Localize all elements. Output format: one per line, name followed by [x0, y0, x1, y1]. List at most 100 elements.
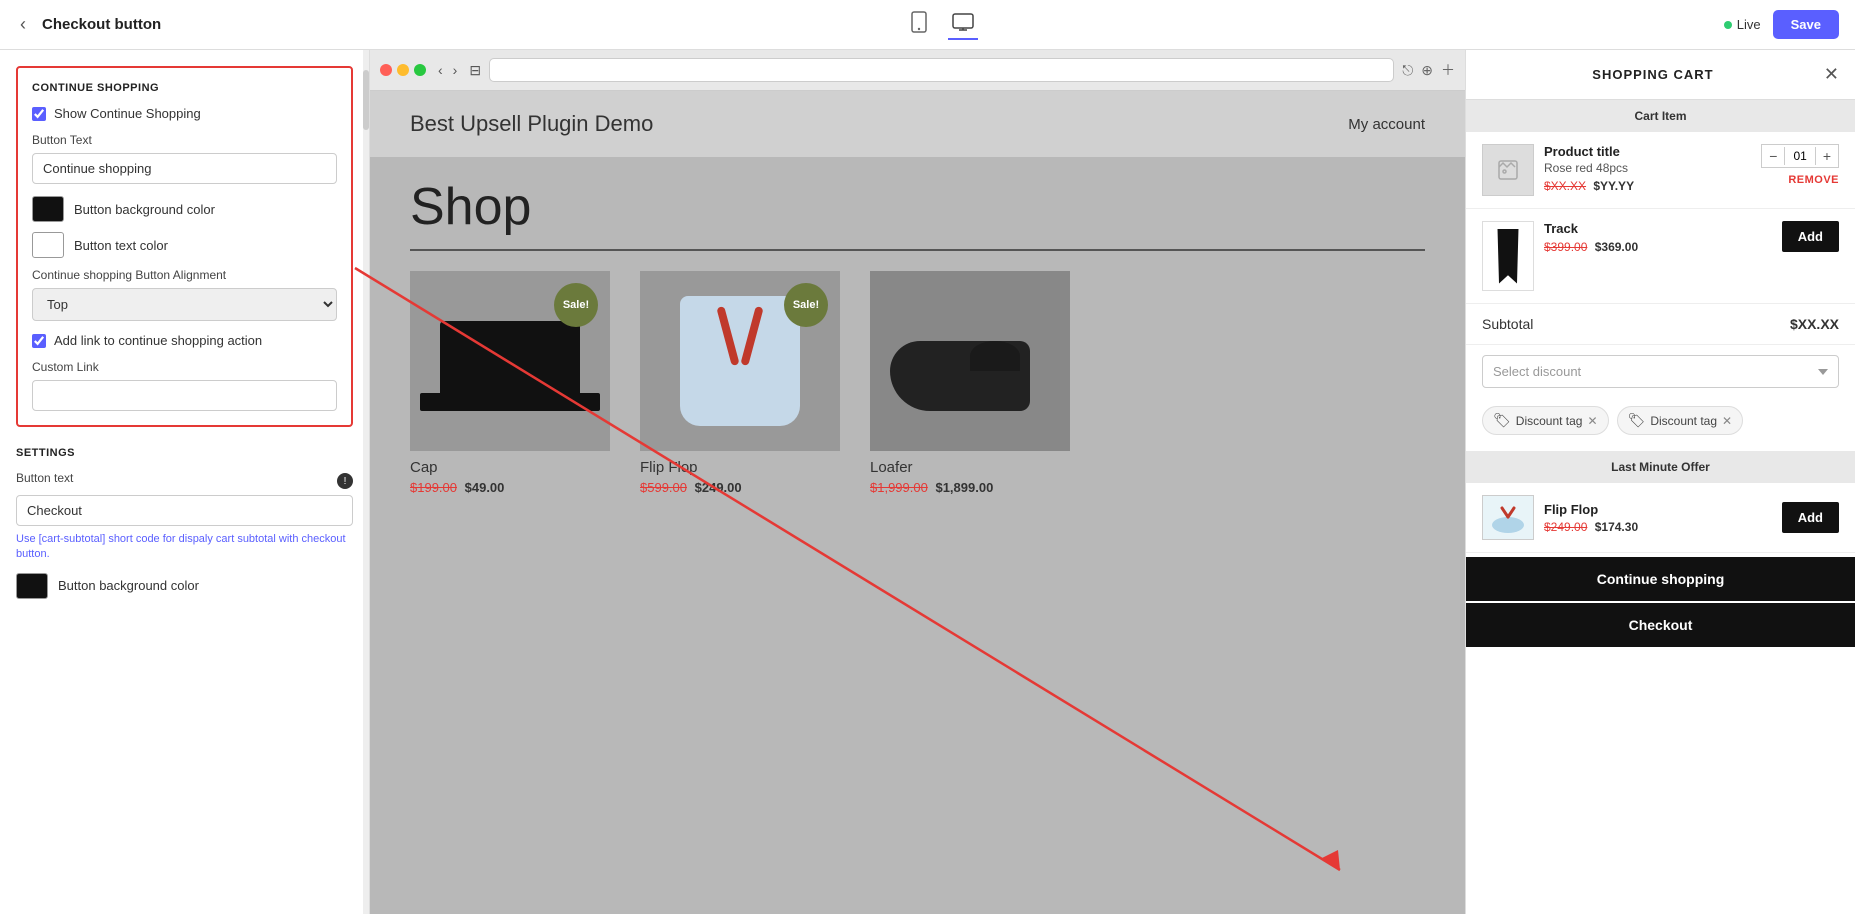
button-text-label: Button Text [32, 133, 337, 147]
page-title: Checkout button [42, 16, 161, 33]
discount-tag-1[interactable]: 🏷 Discount tag ✕ [1482, 406, 1609, 435]
item1-old-price: $XX.XX [1544, 179, 1586, 193]
shoe-shape [890, 311, 1050, 411]
browser-bar: ‹ › ⊟ ⎋ ⊕ ＋ [370, 50, 1465, 91]
close-traffic-light[interactable] [380, 64, 392, 76]
shop-label: Shop [410, 177, 1425, 237]
offer-name: Flip Flop [1544, 502, 1772, 517]
track-pants-icon [1493, 229, 1523, 284]
product-prices-loafer: $1,999.00 $1,899.00 [870, 480, 993, 495]
flipflop-offer-img [1482, 495, 1534, 540]
product-card-flipflop: Sale! Flip Flop $599.00 $249.00 [640, 271, 840, 495]
top-bar: ‹ Checkout button Live Save [0, 0, 1855, 50]
last-offer-header: Last Minute Offer [1466, 451, 1855, 483]
add-button-offer[interactable]: Add [1782, 502, 1839, 533]
plus-button[interactable]: ＋ [1441, 60, 1455, 80]
cart-item-controls-1: − 01 + REMOVE [1761, 144, 1839, 186]
button-text-input[interactable] [32, 153, 337, 184]
bg-color-label: Button background color [74, 202, 215, 217]
browser-content: Best Upsell Plugin Demo My account Shop [370, 91, 1465, 914]
cart-item-header: Cart Item [1466, 100, 1855, 132]
share-button[interactable]: ⎋ [1402, 60, 1413, 80]
product-card-loafer: Loafer $1,999.00 $1,899.00 [870, 271, 1070, 495]
add-link-row: Add link to continue shopping action [32, 333, 337, 348]
browser-actions: ⎋ ⊕ ＋ [1402, 60, 1455, 80]
text-color-swatch[interactable] [32, 232, 64, 258]
custom-link-label: Custom Link [32, 360, 337, 374]
custom-link-input[interactable] [32, 380, 337, 411]
cart-item-subtitle-1: Rose red 48pcs [1544, 161, 1751, 175]
products-row: Sale! Cap $199.00 $49.00 [410, 271, 1425, 495]
settings-bg-color-label: Button background color [58, 578, 199, 593]
nav-buttons: ‹ › [434, 60, 461, 80]
continue-shopping-title: CONTINUE SHOPPING [32, 82, 337, 94]
subtotal-value: $XX.XX [1790, 316, 1839, 332]
continue-shopping-section: CONTINUE SHOPPING Show Continue Shopping… [16, 66, 353, 427]
cart-item-title-1: Product title [1544, 144, 1751, 159]
cap-new-price: $49.00 [465, 480, 505, 495]
bg-color-swatch[interactable] [32, 196, 64, 222]
loafer-old-price: $1,999.00 [870, 480, 928, 495]
settings-bg-color-swatch[interactable] [16, 573, 48, 599]
forward-nav-button[interactable]: › [449, 60, 462, 80]
cap-old-price: $199.00 [410, 480, 457, 495]
discount-tag-2[interactable]: 🏷 Discount tag ✕ [1617, 406, 1744, 435]
scroll-indicator[interactable] [363, 50, 369, 914]
product-prices-cap: $199.00 $49.00 [410, 480, 504, 495]
loafer-new-price: $1,899.00 [935, 480, 993, 495]
add-button-track[interactable]: Add [1782, 221, 1839, 252]
center-area: ‹ › ⊟ ⎋ ⊕ ＋ Best Upsell Plugin Demo My a… [370, 50, 1465, 914]
qty-increase-1[interactable]: + [1816, 145, 1838, 167]
alignment-select[interactable]: Top Bottom Center [32, 288, 337, 321]
shoe-toe [970, 341, 1020, 371]
discount-tag-label-2: Discount tag [1650, 414, 1717, 428]
qty-decrease-1[interactable]: − [1762, 145, 1784, 167]
button-text-field-row: Button text ! [16, 471, 353, 491]
shop-account-link[interactable]: My account [1348, 116, 1425, 133]
show-continue-checkbox[interactable] [32, 107, 46, 121]
info-icon[interactable]: ! [337, 473, 353, 489]
continue-shopping-button[interactable]: Continue shopping [1466, 557, 1855, 601]
product-card-cap: Sale! Cap $199.00 $49.00 [410, 271, 610, 495]
alignment-label: Continue shopping Button Alignment [32, 268, 337, 282]
fullscreen-traffic-light[interactable] [414, 64, 426, 76]
discount-tag-remove-1[interactable]: ✕ [1587, 414, 1597, 428]
checkout-button[interactable]: Checkout [1466, 603, 1855, 647]
settings-button-text-label: Button text [16, 471, 73, 485]
discount-tag-remove-2[interactable]: ✕ [1722, 414, 1732, 428]
bookmark-button[interactable]: ⊕ [1421, 60, 1433, 80]
ff-strap1 [716, 306, 739, 366]
remove-button-1[interactable]: REMOVE [1788, 174, 1839, 186]
product-thumbnail-2 [1482, 221, 1534, 291]
cart-item-title-2: Track [1544, 221, 1772, 236]
url-bar[interactable] [489, 58, 1394, 82]
flipflop-new-price: $249.00 [695, 480, 742, 495]
back-nav-button[interactable]: ‹ [434, 60, 447, 80]
minimize-traffic-light[interactable] [397, 64, 409, 76]
close-cart-button[interactable]: ✕ [1824, 64, 1839, 85]
shop-header: Best Upsell Plugin Demo My account [370, 91, 1465, 157]
product-name-flipflop: Flip Flop [640, 459, 698, 476]
save-button[interactable]: Save [1773, 10, 1839, 39]
add-link-checkbox[interactable] [32, 334, 46, 348]
settings-button-text-input[interactable] [16, 495, 353, 526]
qty-value-1: 01 [1784, 147, 1815, 165]
cart-item-1: Product title Rose red 48pcs $XX.XX $YY.… [1466, 132, 1855, 209]
settings-title: SETTINGS [16, 447, 353, 459]
product-img-flipflop: Sale! [640, 271, 840, 451]
discount-tags-area: 🏷 Discount tag ✕ 🏷 Discount tag ✕ [1466, 398, 1855, 447]
discount-tag-label-1: Discount tag [1516, 414, 1583, 428]
shop-site-title: Best Upsell Plugin Demo [410, 111, 653, 137]
product-prices-flipflop: $599.00 $249.00 [640, 480, 742, 495]
discount-select[interactable]: Select discount [1482, 355, 1839, 388]
live-indicator: Live [1724, 17, 1761, 32]
flipflop-old-price: $599.00 [640, 480, 687, 495]
back-button[interactable]: ‹ [16, 10, 30, 39]
item2-new-price: $369.00 [1595, 240, 1638, 254]
sidebar-toggle-button[interactable]: ⊟ [469, 62, 481, 79]
add-link-label[interactable]: Add link to continue shopping action [54, 333, 262, 348]
show-continue-label[interactable]: Show Continue Shopping [54, 106, 201, 121]
mobile-icon[interactable] [906, 7, 932, 42]
item2-old-price: $399.00 [1544, 240, 1587, 254]
desktop-icon[interactable] [948, 9, 978, 40]
